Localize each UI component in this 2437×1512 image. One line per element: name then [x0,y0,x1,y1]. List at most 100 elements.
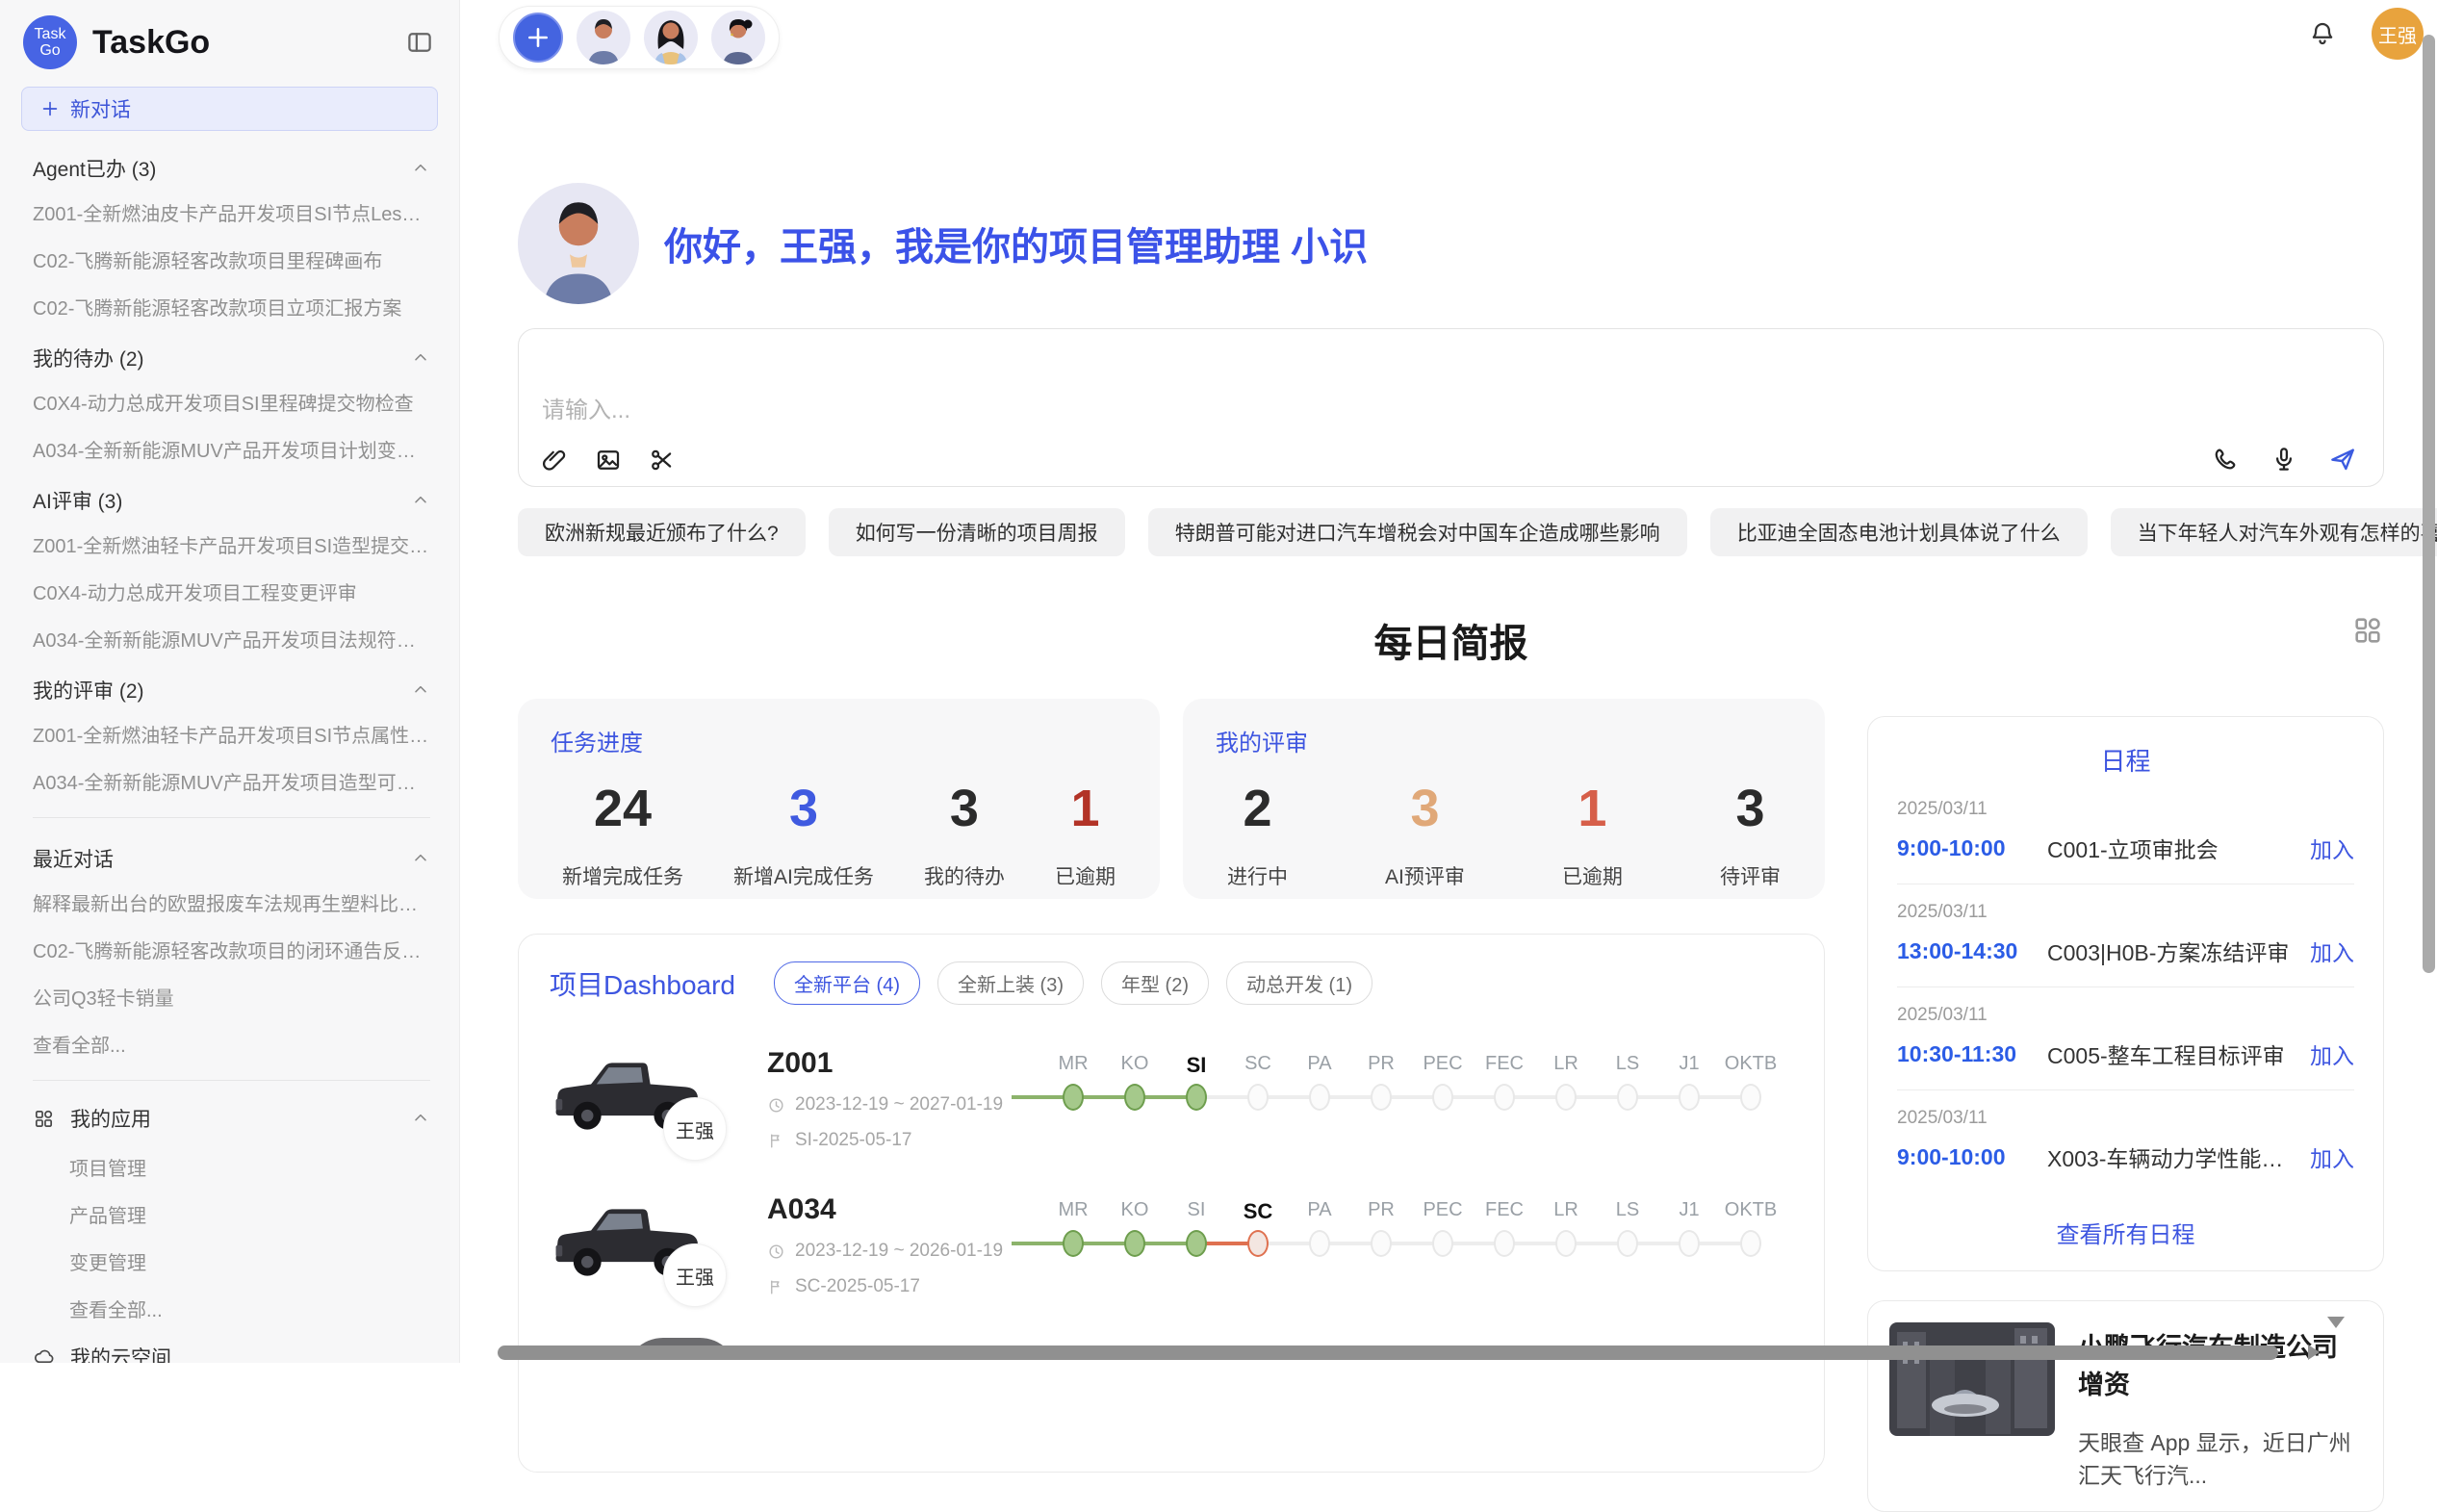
sidebar-task-item[interactable]: A034-全新新能源MUV产品开发项目计划变更表编写 [33,425,430,473]
assistant-avatar [518,183,639,304]
scroll-down-arrow[interactable] [2327,1317,2345,1328]
sidebar: Task Go TaskGo 新对话 Agent已办 (3) Z001-全新燃油… [0,0,460,1363]
section-recent-chats[interactable]: 最近对话 [33,831,430,879]
filter-pill[interactable]: 全新平台 (4) [774,961,920,1005]
milestone: OKTB [1720,1199,1782,1257]
bell-icon[interactable] [2308,19,2337,48]
milestone: PA [1289,1199,1350,1257]
user-avatar[interactable]: 王强 [2372,8,2424,60]
scroll-right-arrow[interactable] [2308,1345,2320,1360]
milestone: PR [1350,1199,1412,1257]
chevron-up-icon[interactable] [411,159,430,178]
chevron-up-icon[interactable] [411,1109,430,1128]
section-my-todo[interactable]: 我的待办 (2) [33,330,430,378]
recent-chat-item[interactable]: 解释最新出台的欧盟报废车法规再生塑料比例被调至15%... [33,879,430,926]
project-row[interactable]: 王强 A034 2023-12-19 ~ 2026-01-19 [550,1193,1793,1297]
milestone-rail: MR KO SI [1042,1199,1782,1257]
sidebar-task-item[interactable]: Z001-全新燃油轻卡产品开发项目SI造型提交物评审 [33,521,430,568]
app-item[interactable]: 查看全部... [69,1285,430,1332]
scissors-icon[interactable] [648,446,677,474]
sidebar-task-item[interactable]: A034-全新新能源MUV产品开发项目造型可行性评审 [33,757,430,805]
send-icon[interactable] [2327,444,2358,474]
project-row[interactable]: 王强 Z001 2023-12-19 ~ 2027-01-19 [550,1047,1793,1151]
join-link[interactable]: 加入 [2310,1140,2354,1173]
milestone-node [1617,1084,1638,1111]
sidebar-task-item[interactable]: Z001-全新燃油轻卡产品开发项目SI节点属性5D文件评审 [33,710,430,757]
join-link[interactable]: 加入 [2310,1038,2354,1070]
section-items: C0X4-动力总成开发项目SI里程碑提交物检查A034-全新新能源MUV产品开发… [33,378,430,473]
chevron-up-icon[interactable] [411,849,430,868]
add-agent-button[interactable] [513,13,563,63]
filter-pill[interactable]: 全新上装 (3) [937,961,1084,1005]
filter-pill[interactable]: 动总开发 (1) [1226,961,1372,1005]
section-my-review[interactable]: 我的评审 (2) [33,662,430,710]
news-card[interactable]: 小鹏飞行汽车制造公司增资 天眼查 App 显示，近日广州汇天飞行汽... [1867,1300,2384,1512]
chevron-up-icon[interactable] [411,680,430,700]
schedule-time: 13:00-14:30 [1897,938,2024,964]
microphone-icon[interactable] [2270,445,2298,474]
section-title: 我的评审 (2) [33,676,144,705]
sidebar-task-item[interactable]: C0X4-动力总成开发项目SI里程碑提交物检查 [33,378,430,425]
sidebar-task-item[interactable]: C02-飞腾新能源轻客改款项目里程碑画布 [33,236,430,283]
project-dates: 2023-12-19 ~ 2027-01-19 [795,1094,1003,1115]
sidebar-item-cloud-space[interactable]: 我的云空间 [33,1332,430,1363]
suggestion-chip[interactable]: 如何写一份清晰的项目周报 [829,508,1125,556]
milestone-node [1494,1230,1515,1257]
project-owner-badge: 王强 [663,1243,727,1307]
milestone-label: OKTB [1725,1199,1777,1226]
milestone-node [1124,1230,1145,1257]
join-link[interactable]: 加入 [2310,935,2354,967]
recent-chat-item[interactable]: C02-飞腾新能源轻客改款项目的闭环通告反馈情况 [33,926,430,973]
suggestion-chip[interactable]: 当下年轻人对汽车外观有怎样的喜好趋势 [2111,508,2437,556]
milestone-node [1371,1230,1392,1257]
stat-value: 1 [1562,779,1623,838]
stat-label: 进行中 [1227,861,1288,890]
recent-chat-item[interactable]: 查看全部... [33,1020,430,1067]
view-all-schedule-link[interactable]: 查看所有日程 [1897,1216,2354,1249]
milestone-label: PR [1368,1053,1395,1080]
section-agent-done[interactable]: Agent已办 (3) [33,141,430,189]
sidebar-task-item[interactable]: C02-飞腾新能源轻客改款项目立项汇报方案 [33,283,430,330]
chat-input[interactable] [519,329,2383,445]
suggestion-chip[interactable]: 比亚迪全固态电池计划具体说了什么 [1710,508,2088,556]
logo-text-bottom: Go [39,42,60,59]
milestone: J1 [1658,1053,1720,1111]
phone-icon[interactable] [2212,445,2241,474]
app-item[interactable]: 项目管理 [69,1143,430,1191]
card-title: 任务进度 [551,724,1127,757]
agent-avatar-2[interactable] [644,11,698,64]
section-ai-review[interactable]: AI评审 (3) [33,473,430,521]
horizontal-scrollbar[interactable] [498,1345,2278,1360]
paperclip-icon[interactable] [540,446,569,474]
app-item[interactable]: 变更管理 [69,1238,430,1285]
agent-avatar-1[interactable] [577,11,630,64]
suggestion-chip[interactable]: 欧洲新规最近颁布了什么? [518,508,806,556]
milestone-label: J1 [1679,1053,1699,1080]
milestone-label: PEC [1423,1053,1462,1080]
schedule-event-title: C005-整车工程目标评审 [2047,1038,2295,1070]
sidebar-task-item[interactable]: Z001-全新燃油皮卡产品开发项目SI节点Lesson Learn报告 [33,189,430,236]
layout-grid-icon[interactable] [2351,614,2384,647]
milestone-node [1679,1230,1700,1257]
clock-icon [767,1243,785,1261]
apps-items: 项目管理产品管理变更管理查看全部... [33,1143,430,1332]
chevron-up-icon[interactable] [411,348,430,368]
chevron-up-icon[interactable] [411,491,430,510]
sidebar-task-item[interactable]: A034-全新新能源MUV产品开发项目法规符合性评审 [33,615,430,662]
vertical-scrollbar[interactable] [2423,35,2435,973]
filter-pill[interactable]: 年型 (2) [1101,961,1209,1005]
milestone: SI [1166,1199,1227,1257]
sidebar-task-item[interactable]: C0X4-动力总成开发项目工程变更评审 [33,568,430,615]
agent-avatar-3[interactable] [711,11,765,64]
image-icon[interactable] [594,446,623,474]
app-item[interactable]: 产品管理 [69,1191,430,1238]
suggestion-chip[interactable]: 特朗普可能对进口汽车增税会对中国车企造成哪些影响 [1148,508,1687,556]
sidebar-collapse-icon[interactable] [405,28,434,57]
new-chat-button[interactable]: 新对话 [21,87,438,131]
sidebar-item-my-apps[interactable]: 我的应用 [33,1093,430,1143]
recent-chat-item[interactable]: 公司Q3轻卡销量 [33,973,430,1020]
schedule-list: 2025/03/11 9:00-10:00 C001-立项审批会 加入 2025… [1897,782,2354,1192]
milestone: LR [1535,1053,1597,1111]
milestone: PR [1350,1053,1412,1111]
join-link[interactable]: 加入 [2310,832,2354,864]
